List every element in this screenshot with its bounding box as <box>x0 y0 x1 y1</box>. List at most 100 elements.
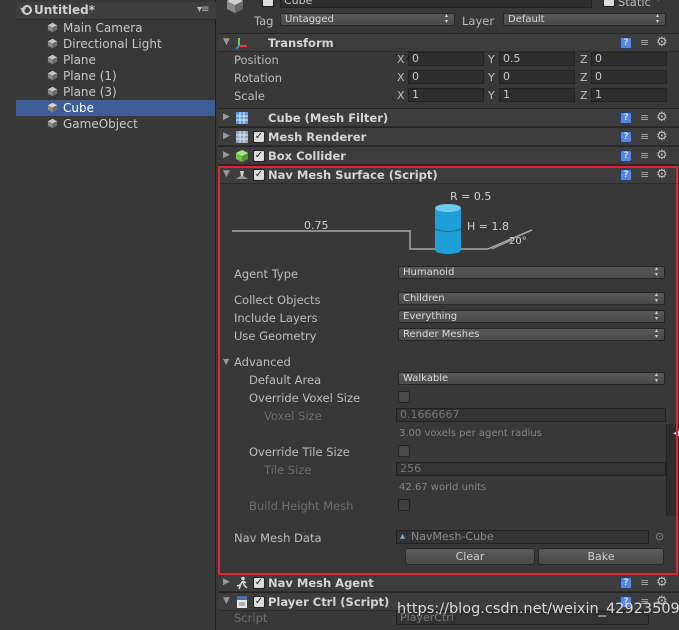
presets-icon[interactable]: ≡ <box>640 149 649 162</box>
advanced-fold-icon[interactable]: ▼ <box>223 357 229 366</box>
hierarchy-item-gameobject[interactable]: GameObject <box>16 116 215 132</box>
box-collider-header[interactable]: ▶ ✓ Box Collider ? ≡ ⚙ <box>218 146 679 165</box>
fold-right-icon[interactable]: ▶ <box>223 150 230 160</box>
bake-button[interactable]: Bake <box>538 548 664 565</box>
layer-label: Layer <box>462 14 495 28</box>
gear-icon[interactable]: ⚙ <box>656 167 668 182</box>
nav-mesh-surface-header[interactable]: ▼ ✓ Nav Mesh Surface (Script) ? ≡ ⚙ <box>218 165 679 184</box>
active-checkbox[interactable] <box>262 0 274 7</box>
box-collider-enabled-checkbox[interactable]: ✓ <box>253 150 265 162</box>
presets-icon[interactable]: ≡ <box>640 36 649 49</box>
presets-icon[interactable]: ≡ <box>640 130 649 143</box>
object-picker-icon[interactable]: ⊙ <box>655 530 664 543</box>
gear-icon[interactable]: ⚙ <box>656 148 668 163</box>
gear-icon[interactable]: ⚙ <box>656 35 668 50</box>
transform-header[interactable]: ▼ Transform ? ≡ ⚙ <box>218 33 679 52</box>
gear-icon[interactable]: ⚙ <box>656 575 668 590</box>
fold-down-icon[interactable]: ▼ <box>223 596 230 606</box>
static-label: Static <box>618 0 651 9</box>
axis-y-label: Y <box>488 71 495 84</box>
advanced-foldout-label[interactable]: Advanced <box>234 355 291 369</box>
mesh-renderer-enabled-checkbox[interactable]: ✓ <box>253 131 265 143</box>
gameobject-icon <box>47 54 58 65</box>
fold-right-icon[interactable]: ▶ <box>223 131 230 141</box>
nav-mesh-agent-icon <box>236 576 248 590</box>
tag-dropdown[interactable]: Untagged <box>280 13 455 26</box>
mesh-renderer-header[interactable]: ▶ ✓ Mesh Renderer ? ≡ ⚙ <box>218 127 679 146</box>
mesh-renderer-icon <box>236 131 248 143</box>
gear-icon[interactable]: ⚙ <box>656 110 668 125</box>
unity-scene-icon <box>22 5 32 15</box>
rotation-y-field[interactable]: 0 <box>499 70 575 84</box>
rotation-label: Rotation <box>234 71 283 85</box>
box-collider-icon <box>236 150 248 162</box>
gear-icon[interactable]: ⚙ <box>656 129 668 144</box>
hierarchy-item-cube[interactable]: Cube <box>16 100 215 116</box>
step-height-label: 0.75 <box>304 219 329 232</box>
override-tile-size-checkbox[interactable] <box>398 445 410 457</box>
collect-objects-label: Collect Objects <box>234 293 321 307</box>
hierarchy-item-label: Plane <box>63 53 96 67</box>
nav-mesh-agent-enabled-checkbox[interactable]: ✓ <box>253 577 265 589</box>
position-x-field[interactable]: 0 <box>408 52 484 66</box>
nav-mesh-agent-title: Nav Mesh Agent <box>268 576 374 590</box>
position-y-field[interactable]: 0.5 <box>499 52 575 66</box>
help-icon[interactable]: ? <box>620 131 632 143</box>
build-height-mesh-checkbox[interactable] <box>398 499 410 511</box>
scroll-handle-icon[interactable]: ◀ <box>673 428 679 439</box>
hierarchy-item-plane-1[interactable]: Plane (1) <box>16 68 215 84</box>
help-icon[interactable]: ? <box>620 112 632 124</box>
help-icon[interactable]: ? <box>620 577 632 589</box>
axis-z-label: Z <box>580 71 588 84</box>
override-voxel-size-checkbox[interactable] <box>398 391 410 403</box>
axis-x-label: X <box>397 53 405 66</box>
tile-size-field[interactable]: 256 <box>396 462 666 476</box>
rotation-x-field[interactable]: 0 <box>408 70 484 84</box>
presets-icon[interactable]: ≡ <box>640 168 649 181</box>
use-geometry-dropdown[interactable]: Render Meshes <box>398 328 665 341</box>
presets-icon[interactable]: ≡ <box>640 111 649 124</box>
scale-z-field[interactable]: 1 <box>591 88 667 102</box>
use-geometry-label: Use Geometry <box>234 329 317 343</box>
scale-label: Scale <box>234 89 265 103</box>
rotation-z-field[interactable]: 0 <box>591 70 667 84</box>
agent-type-dropdown[interactable]: Humanoid <box>398 266 665 279</box>
static-checkbox[interactable] <box>603 0 615 7</box>
fold-down-icon[interactable]: ▼ <box>223 169 230 179</box>
hierarchy-item-directional-light[interactable]: Directional Light <box>16 36 215 52</box>
position-z-field[interactable]: 0 <box>591 52 667 66</box>
include-layers-dropdown[interactable]: Everything <box>398 310 665 323</box>
help-icon[interactable]: ? <box>620 37 632 49</box>
axis-x-label: X <box>397 71 405 84</box>
hierarchy-item-plane-3[interactable]: Plane (3) <box>16 84 215 100</box>
voxel-size-hint: 3.00 voxels per agent radius <box>399 428 542 439</box>
clear-button[interactable]: Clear <box>405 548 535 565</box>
layer-dropdown[interactable]: Default <box>503 13 666 26</box>
scale-x-field[interactable]: 1 <box>408 88 484 102</box>
voxel-size-field[interactable]: 0.1666667 <box>396 408 666 422</box>
axis-z-label: Z <box>580 53 588 66</box>
hierarchy-item-plane[interactable]: Plane <box>16 52 215 68</box>
position-label: Position <box>234 53 279 67</box>
script-icon <box>237 596 247 608</box>
static-dropdown-icon[interactable]: ▾ <box>656 0 661 4</box>
object-name-field[interactable]: Cube <box>280 0 592 8</box>
hierarchy-menu-icon[interactable]: ▾≡ <box>197 4 209 15</box>
scale-y-field[interactable]: 1 <box>499 88 575 102</box>
collect-objects-dropdown[interactable]: Children <box>398 292 665 305</box>
agent-type-label: Agent Type <box>234 267 299 281</box>
nav-mesh-data-field[interactable]: ▴ NavMesh-Cube <box>396 530 649 544</box>
player-ctrl-enabled-checkbox[interactable]: ✓ <box>253 596 265 608</box>
nav-mesh-surface-enabled-checkbox[interactable]: ✓ <box>253 169 265 181</box>
fold-down-icon[interactable]: ▼ <box>223 37 230 47</box>
help-icon[interactable]: ? <box>620 169 632 181</box>
presets-icon[interactable]: ≡ <box>640 576 649 589</box>
mesh-filter-header[interactable]: ▶ Cube (Mesh Filter) ? ≡ ⚙ <box>218 108 679 127</box>
gameobject-icon <box>47 70 58 81</box>
help-icon[interactable]: ? <box>620 150 632 162</box>
default-area-dropdown[interactable]: Walkable <box>398 372 665 385</box>
hierarchy-item-main-camera[interactable]: Main Camera <box>16 20 215 36</box>
fold-right-icon[interactable]: ▶ <box>223 112 230 122</box>
fold-right-icon[interactable]: ▶ <box>223 577 230 587</box>
nav-mesh-agent-header[interactable]: ▶ ✓ Nav Mesh Agent ? ≡ ⚙ <box>218 573 679 592</box>
